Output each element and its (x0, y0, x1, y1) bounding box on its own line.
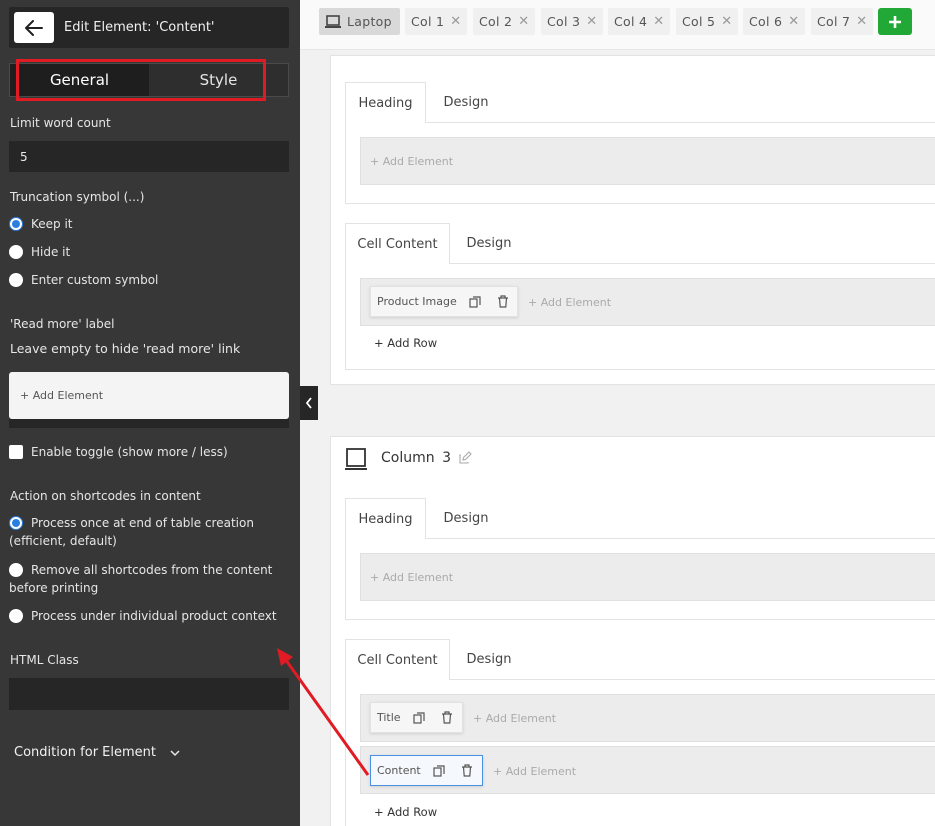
column-chip-2[interactable]: Col 2 ✕ (473, 8, 535, 35)
read-more-hint: Leave empty to hide 'read more' link (10, 341, 241, 356)
column-toolbar: Laptop Col 1 ✕ Col 2 ✕ Col 3 ✕ Col 4 ✕ Col 5… (300, 0, 935, 50)
cell-add-element[interactable]: + Add Element (473, 712, 556, 725)
checkbox-icon[interactable] (9, 445, 23, 459)
html-class-input[interactable] (9, 678, 289, 710)
arrow-left-icon (25, 19, 43, 36)
duplicate-icon[interactable] (469, 295, 481, 308)
limit-word-count-input[interactable] (9, 141, 289, 172)
shortcodes-label: Action on shortcodes in content (10, 489, 201, 503)
trash-icon[interactable] (441, 711, 453, 724)
radio-checked-icon[interactable] (9, 516, 23, 530)
radio-icon[interactable] (9, 273, 23, 287)
column-chip-7[interactable]: Col 7 ✕ (811, 8, 873, 35)
tab-design[interactable]: Design (450, 639, 528, 679)
tab-general[interactable]: General (10, 64, 149, 96)
add-row-button[interactable]: + Add Row (374, 336, 437, 350)
read-more-add-element[interactable]: + Add Element (9, 372, 289, 419)
device-laptop-chip[interactable]: Laptop (319, 8, 400, 35)
heading-add-element[interactable]: + Add Element (370, 571, 453, 584)
element-product-image[interactable]: Product Image (370, 286, 518, 317)
close-icon[interactable]: ✕ (450, 14, 461, 29)
column-chip-6[interactable]: Col 6 ✕ (743, 8, 805, 35)
enable-toggle-checkbox-row[interactable]: Enable toggle (show more / less) (9, 443, 291, 461)
column-chip-3[interactable]: Col 3 ✕ (541, 8, 603, 35)
html-class-label: HTML Class (10, 653, 79, 667)
column-chip-5[interactable]: Col 5 ✕ (676, 8, 738, 35)
condition-for-element-toggle[interactable]: Condition for Element (14, 745, 180, 760)
radio-icon[interactable] (9, 609, 23, 623)
column-icon (345, 448, 367, 470)
collapse-sidebar-button[interactable] (300, 386, 318, 420)
read-more-field-bottom (9, 419, 289, 428)
tab-cell-content[interactable]: Cell Content (345, 223, 450, 264)
heading-add-element[interactable]: + Add Element (370, 155, 453, 168)
add-row-button[interactable]: + Add Row (374, 805, 437, 819)
duplicate-icon[interactable] (433, 764, 445, 777)
tab-design[interactable]: Design (450, 223, 528, 263)
close-icon[interactable]: ✕ (586, 14, 597, 29)
plus-icon (889, 15, 901, 28)
tab-design[interactable]: Design (426, 498, 506, 538)
trash-icon[interactable] (497, 295, 509, 308)
radio-icon[interactable] (9, 563, 23, 577)
close-icon[interactable]: ✕ (518, 14, 529, 29)
trash-icon[interactable] (461, 764, 473, 777)
sidebar-tabs: General Style (9, 63, 289, 97)
close-icon[interactable]: ✕ (856, 14, 867, 29)
truncation-label: Truncation symbol (...) (10, 190, 145, 204)
shortcode-option-individual-context[interactable]: Process under individual product context (9, 607, 291, 625)
add-column-button[interactable] (878, 8, 912, 35)
back-button[interactable] (14, 12, 54, 43)
chevron-down-icon (170, 750, 180, 757)
duplicate-icon[interactable] (412, 711, 425, 724)
radio-icon[interactable] (9, 245, 23, 259)
column-chip-4[interactable]: Col 4 ✕ (608, 8, 670, 35)
cell-add-element[interactable]: + Add Element (493, 765, 576, 778)
limit-word-count-label: Limit word count (10, 116, 111, 130)
element-content[interactable]: Content (370, 755, 483, 786)
close-icon[interactable]: ✕ (721, 14, 732, 29)
column-title: Column 3 (381, 450, 451, 466)
truncation-option-keep[interactable]: Keep it (9, 215, 291, 233)
tab-heading[interactable]: Heading (345, 498, 426, 539)
column-chip-1[interactable]: Col 1 ✕ (405, 8, 467, 35)
truncation-option-custom[interactable]: Enter custom symbol (9, 271, 291, 289)
cell-add-element[interactable]: + Add Element (528, 296, 611, 309)
shortcode-option-remove-all[interactable]: Remove all shortcodes from the content b… (9, 561, 291, 597)
laptop-icon (325, 14, 341, 28)
truncation-option-hide[interactable]: Hide it (9, 243, 291, 261)
tab-design[interactable]: Design (426, 82, 506, 122)
element-title[interactable]: Title (370, 702, 463, 733)
tab-cell-content[interactable]: Cell Content (345, 639, 450, 680)
sidebar-title: Edit Element: 'Content' (64, 20, 215, 35)
edit-icon[interactable] (459, 451, 472, 464)
chevron-left-icon (305, 397, 312, 409)
close-icon[interactable]: ✕ (788, 14, 799, 29)
radio-checked-icon[interactable] (9, 217, 23, 231)
close-icon[interactable]: ✕ (653, 14, 664, 29)
sidebar-header: Edit Element: 'Content' (9, 7, 289, 48)
shortcode-option-process-once[interactable]: Process once at end of table creation (e… (9, 514, 291, 550)
tab-style[interactable]: Style (149, 64, 288, 96)
edit-element-sidebar: Edit Element: 'Content' General Style Li… (0, 0, 300, 826)
tab-heading[interactable]: Heading (345, 82, 426, 123)
read-more-label: 'Read more' label (10, 317, 115, 331)
